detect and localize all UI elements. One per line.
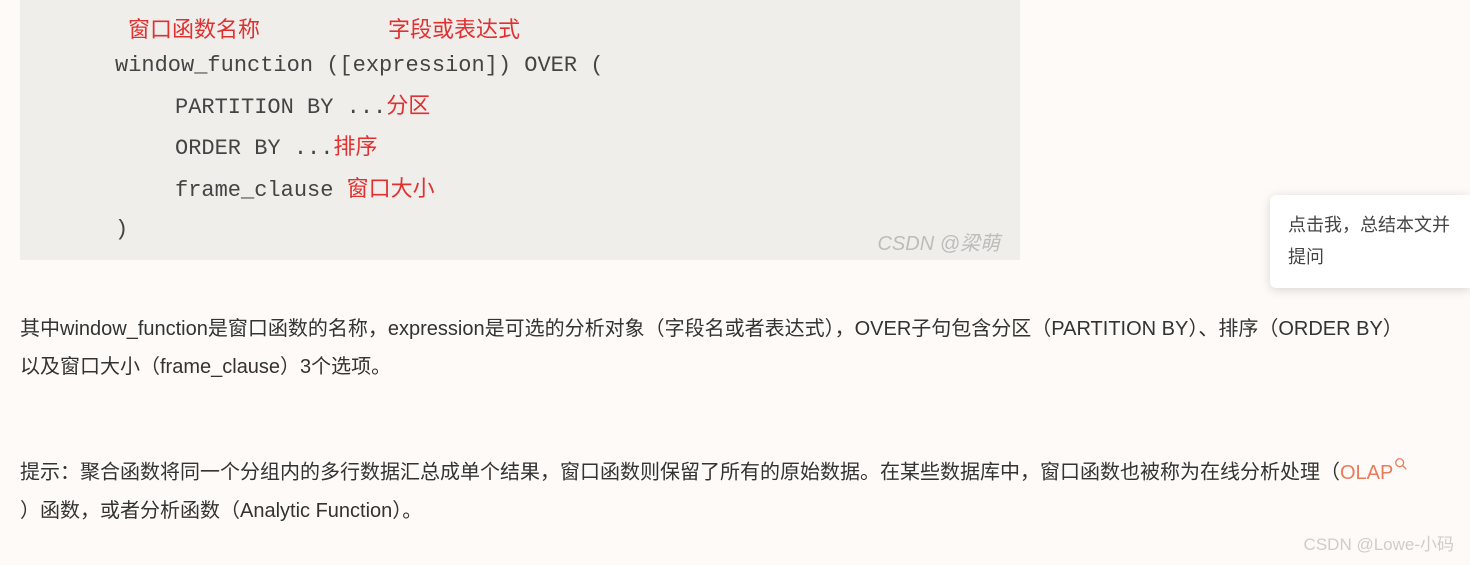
code-block: 窗口函数名称 字段或表达式 window_function ([expressi…	[20, 0, 1020, 260]
paragraph-1: 其中window_function是窗口函数的名称，expression是可选的…	[20, 310, 1415, 386]
code-line-3: ORDER BY ...排序	[20, 127, 1020, 169]
olap-link[interactable]: OLAP	[1340, 462, 1408, 484]
code-text-order: ORDER BY ...	[175, 136, 333, 161]
annotation-expression: 字段或表达式	[388, 12, 520, 44]
code-line-2: PARTITION BY ...分区	[20, 86, 1020, 128]
page-watermark: CSDN @Lowe-小码	[1304, 530, 1454, 555]
annotation-order: 排序	[333, 134, 377, 159]
annotation-row: 窗口函数名称 字段或表达式	[20, 10, 1020, 46]
paragraph-2: 提示：聚合函数将同一个分组内的多行数据汇总成单个结果，窗口函数则保留了所有的原始…	[20, 446, 1415, 530]
code-line-1: window_function ([expression]) OVER (	[20, 46, 1020, 86]
annotation-frame: 窗口大小	[347, 176, 435, 201]
code-line-5: )	[20, 210, 1020, 250]
summary-button[interactable]: 点击我，总结本文并提问	[1270, 195, 1470, 288]
code-text-frame: frame_clause	[175, 178, 347, 203]
code-watermark: CSDN @梁萌	[877, 227, 1000, 256]
annotation-func-name: 窗口函数名称	[128, 12, 260, 44]
paragraph2-before: 提示：聚合函数将同一个分组内的多行数据汇总成单个结果，窗口函数则保留了所有的原始…	[20, 462, 1340, 484]
olap-text: OLAP	[1340, 462, 1393, 484]
paragraph2-after: ）函数，或者分析函数（Analytic Function）。	[20, 500, 422, 522]
code-line-4: frame_clause 窗口大小	[20, 169, 1020, 211]
search-icon	[1394, 446, 1408, 460]
annotation-partition: 分区	[386, 93, 430, 118]
code-text-partition: PARTITION BY ...	[175, 95, 386, 120]
